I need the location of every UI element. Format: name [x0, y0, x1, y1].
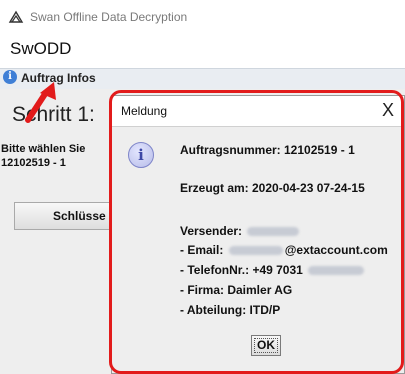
- window-title: Swan Offline Data Decryption: [30, 10, 188, 24]
- order-number-text: 12102519 - 1: [1, 157, 66, 169]
- swan-logo-icon: [8, 10, 24, 23]
- instruction-text: Bitte wählen Sie: [1, 143, 86, 155]
- title-bar: Swan Offline Data Decryption SwODD: [0, 0, 405, 68]
- app-name: SwODD: [10, 39, 72, 58]
- annotation-arrow: [25, 82, 56, 123]
- highlight-frame: [109, 90, 404, 374]
- key-button[interactable]: Schlüsse: [14, 202, 124, 230]
